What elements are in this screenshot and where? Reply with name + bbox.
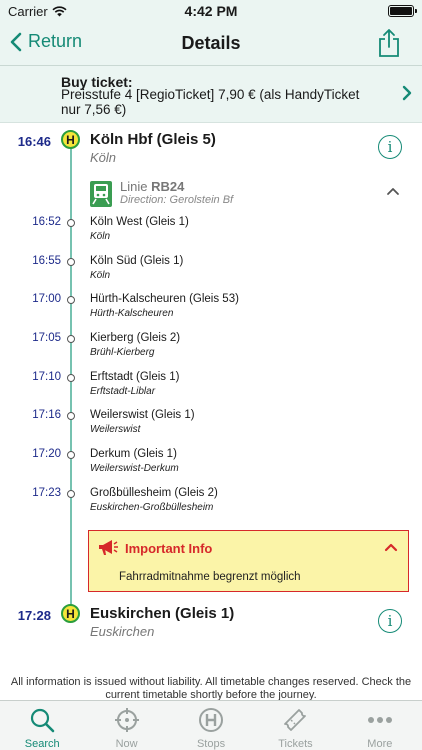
ticket-price-text: Preisstufe 4 [RegioTicket] 7,90 € (als H… xyxy=(61,87,360,117)
stop-h-icon: H xyxy=(61,604,80,623)
tab-label: Tickets xyxy=(278,738,313,750)
stop-city: Brühl-Kierberg xyxy=(90,347,155,358)
status-time: 4:42 PM xyxy=(184,3,238,19)
stop-city: Euskirchen-Großbüllesheim xyxy=(90,502,214,513)
chevron-up-icon xyxy=(387,188,399,195)
origin-stop: 16:46 H Köln Hbf (Gleis 5) Köln i xyxy=(0,128,422,168)
stop-name: Derkum (Gleis 1) xyxy=(90,448,177,460)
tab-label: Now xyxy=(115,738,138,750)
stop-dot xyxy=(67,374,75,382)
tab-stops[interactable]: Stops xyxy=(169,701,253,750)
arrival-time: 17:28 xyxy=(17,608,51,623)
tab-label: Search xyxy=(24,738,60,750)
stop-time: 17:20 xyxy=(32,448,61,460)
stop-dot xyxy=(67,258,75,266)
stop-dot xyxy=(67,490,75,498)
battery-icon xyxy=(388,5,417,17)
stop-city: Köln xyxy=(90,270,111,281)
crosshair-icon xyxy=(114,708,139,732)
stop-h-icon: H xyxy=(61,130,80,149)
stop-dot xyxy=(67,219,75,227)
stop-name: Kierberg (Gleis 2) xyxy=(90,332,181,344)
departure-time: 16:46 xyxy=(17,134,51,149)
buy-ticket-banner[interactable]: Buy ticket: Preisstufe 4 [RegioTicket] 7… xyxy=(0,66,422,123)
disclaimer-text: All information is issued without liabil… xyxy=(10,676,412,701)
train-icon xyxy=(90,181,112,207)
page-title: Details xyxy=(181,33,241,53)
important-info-text: Fahrradmitnahme begrenzt möglich xyxy=(119,571,301,583)
megaphone-icon xyxy=(99,540,118,555)
more-icon xyxy=(367,717,392,723)
stop-time: 16:55 xyxy=(32,255,61,267)
tab-more[interactable]: More xyxy=(338,701,422,750)
stop-time: 17:23 xyxy=(32,487,61,499)
tab-tickets[interactable]: Tickets xyxy=(253,701,337,750)
stop-time: 17:00 xyxy=(32,293,61,305)
destination-name: Euskirchen (Gleis 1) xyxy=(90,605,235,622)
stop-time: 17:16 xyxy=(32,409,61,421)
train-line-row[interactable]: Linie RB24 Direction: Gerolstein Bf xyxy=(90,179,410,209)
chevron-right-icon xyxy=(402,85,412,101)
info-icon: i xyxy=(387,138,393,156)
tab-label: More xyxy=(367,738,393,750)
stop-name: Köln Süd (Gleis 1) xyxy=(90,255,184,267)
origin-name: Köln Hbf (Gleis 5) xyxy=(90,131,216,148)
destination-info-button[interactable]: i xyxy=(378,609,402,633)
stop-dot xyxy=(67,412,75,420)
navigation-bar: Return Details xyxy=(0,22,422,66)
stop-time: 17:10 xyxy=(32,371,61,383)
stop-name: Großbüllesheim (Gleis 2) xyxy=(90,487,218,499)
important-info-title: Important Info xyxy=(125,540,213,556)
stop-time: 16:52 xyxy=(32,216,61,228)
app-root: Carrier 4:42 PM Return Details Buy ticke… xyxy=(0,0,422,750)
tab-bar: Search Now Stops Tickets More xyxy=(0,700,422,750)
tab-now[interactable]: Now xyxy=(84,701,168,750)
info-icon: i xyxy=(387,612,393,630)
origin-city: Köln xyxy=(90,150,117,165)
stop-name: Weilerswist (Gleis 1) xyxy=(90,409,195,421)
line-prefix: Linie xyxy=(120,179,152,194)
stop-city: Erftstadt-Liblar xyxy=(90,386,156,397)
origin-info-button[interactable]: i xyxy=(378,135,402,159)
stop-city: Köln xyxy=(90,231,111,242)
ticket-icon xyxy=(284,709,307,731)
train-direction: Direction: Gerolstein Bf xyxy=(120,194,234,206)
important-info-box[interactable]: Important Info Fahrradmitnahme begrenzt … xyxy=(88,530,409,592)
search-icon xyxy=(31,708,55,733)
stop-time: 17:05 xyxy=(32,332,61,344)
tab-label: Stops xyxy=(196,738,226,750)
stop-dot xyxy=(67,451,75,459)
stop-name: Hürth-Kalscheuren (Gleis 53) xyxy=(90,293,239,305)
stop-name: Köln West (Gleis 1) xyxy=(90,216,189,228)
destination-stop: 17:28 H Euskirchen (Gleis 1) Euskirchen … xyxy=(0,602,422,642)
stop-city: Weilerswist-Derkum xyxy=(90,463,179,474)
stop-dot xyxy=(67,335,75,343)
stop-city: Weilerswist xyxy=(90,424,141,435)
share-icon xyxy=(379,29,399,57)
status-bar: Carrier 4:42 PM xyxy=(0,0,422,22)
tab-search[interactable]: Search xyxy=(0,701,84,750)
stop-h-icon xyxy=(199,708,224,732)
train-line-label: Linie RB24 xyxy=(120,179,184,194)
stop-dot xyxy=(67,296,75,304)
line-number: RB24 xyxy=(151,179,185,194)
stop-city: Hürth-Kalscheuren xyxy=(90,308,174,319)
destination-city: Euskirchen xyxy=(90,624,155,639)
important-info-header: Important Info xyxy=(97,539,212,557)
stop-name: Erftstadt (Gleis 1) xyxy=(90,371,180,383)
share-button[interactable] xyxy=(378,28,400,63)
chevron-up-icon xyxy=(384,543,398,552)
